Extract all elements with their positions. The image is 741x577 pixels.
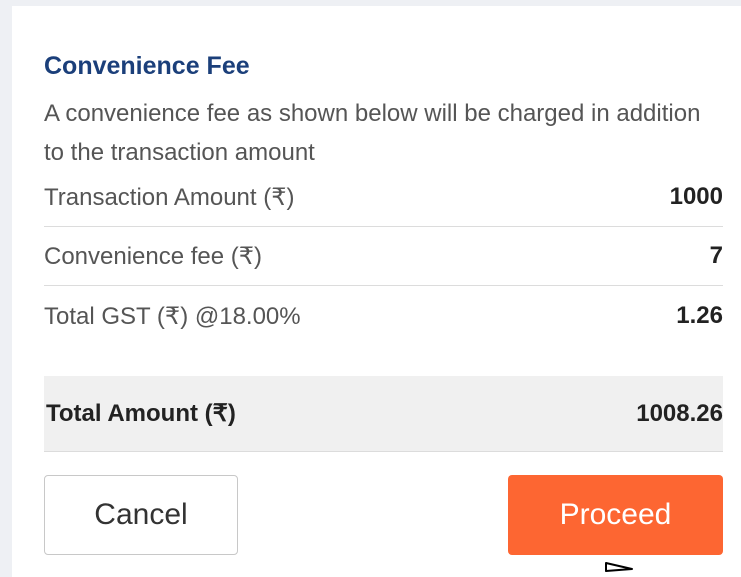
total-gst-row: Total GST (₹) @18.00% 1.26 bbox=[44, 286, 723, 346]
total-gst-label: Total GST (₹) @18.00% bbox=[44, 302, 301, 330]
proceed-button[interactable]: Proceed bbox=[508, 475, 723, 555]
convenience-fee-value: 7 bbox=[709, 242, 723, 269]
total-amount-row: Total Amount (₹) 1008.26 bbox=[44, 376, 723, 452]
total-amount-label: Total Amount (₹) bbox=[46, 400, 236, 427]
convenience-fee-card: Convenience Fee A convenience fee as sho… bbox=[12, 6, 741, 577]
transaction-amount-row: Transaction Amount (₹) 1000 bbox=[44, 168, 723, 227]
dialog-title: Convenience Fee bbox=[44, 52, 250, 80]
transaction-amount-label: Transaction Amount (₹) bbox=[44, 183, 295, 211]
convenience-fee-row: Convenience fee (₹) 7 bbox=[44, 227, 723, 286]
cancel-button[interactable]: Cancel bbox=[44, 475, 238, 555]
total-amount-value: 1008.26 bbox=[636, 399, 723, 427]
convenience-fee-label: Convenience fee (₹) bbox=[44, 242, 263, 270]
fee-description: A convenience fee as shown below will be… bbox=[44, 100, 701, 166]
total-gst-value: 1.26 bbox=[676, 302, 723, 329]
transaction-amount-value: 1000 bbox=[669, 183, 723, 210]
